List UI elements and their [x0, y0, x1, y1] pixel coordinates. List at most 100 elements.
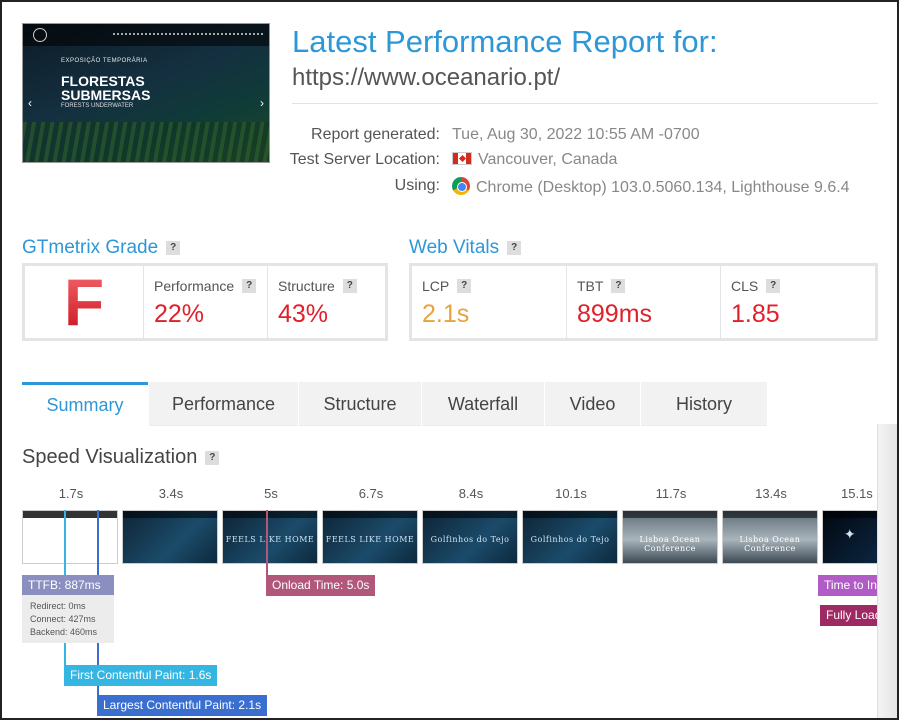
help-icon[interactable]: ?: [205, 451, 220, 465]
filmstrip-frame[interactable]: FEELS LIKE HOME: [222, 510, 318, 564]
cls-cell: CLS? 1.85: [720, 266, 875, 338]
frame-header: [323, 511, 417, 518]
filmstrip-frame[interactable]: Lisboa Ocean Conference: [722, 510, 818, 564]
timeline-tick: 5s: [264, 486, 278, 501]
frame-text: FEELS LIKE HOME: [325, 535, 415, 544]
gtmetrix-grade-box: F Performance? 22% Structure? 43%: [22, 263, 388, 341]
lcp-value: 2.1s: [422, 300, 470, 328]
chevron-left-icon: ‹: [28, 96, 32, 110]
frame-header: [623, 511, 717, 518]
filmstrip-frame[interactable]: [122, 510, 218, 564]
structure-label: Structure?: [278, 278, 357, 294]
page-title: Latest Performance Report for:: [292, 24, 718, 59]
performance-cell: Performance? 22%: [143, 266, 267, 338]
grade-letter: F: [25, 266, 143, 338]
filmstrip-frame[interactable]: FEELS LIKE HOME: [322, 510, 418, 564]
site-screenshot-thumbnail[interactable]: EXPOSIÇÃO TEMPORÁRIA FLORESTAS SUBMERSAS …: [22, 23, 270, 163]
cls-label: CLS?: [731, 278, 781, 294]
ttfb-breakdown: Redirect: 0ms Connect: 427ms Backend: 46…: [22, 595, 114, 643]
thumbnail-nav: [113, 33, 263, 35]
frame-text: Lisboa Ocean Conference: [739, 535, 801, 553]
redirect-time: Redirect: 0ms: [30, 601, 86, 611]
help-icon[interactable]: ?: [166, 241, 181, 255]
filmstrip-frame[interactable]: [22, 510, 118, 564]
server-location-label: Test Server Location:: [289, 151, 440, 168]
help-icon[interactable]: ?: [766, 279, 781, 293]
tbt-value: 899ms: [577, 300, 653, 328]
frame-header: [823, 511, 877, 518]
thumbnail-headline: FLORESTAS SUBMERSAS: [61, 73, 151, 103]
structure-value: 43%: [278, 300, 329, 328]
grade-cell: F: [25, 266, 143, 338]
thumbnail-caption: EXPOSIÇÃO TEMPORÁRIA: [61, 58, 148, 64]
report-url[interactable]: https://www.oceanario.pt/: [292, 64, 560, 92]
help-icon[interactable]: ?: [611, 279, 626, 293]
tab-video[interactable]: Video: [544, 382, 640, 426]
tbt-cell: TBT? 899ms: [566, 266, 720, 338]
thumbnail-logo: [33, 28, 47, 42]
thumbnail-topbar: [23, 24, 269, 46]
frame-text: Lisboa Ocean Conference: [639, 535, 701, 553]
timeline-tick: 15.1s: [841, 486, 873, 501]
largest-contentful-paint-label[interactable]: Largest Contentful Paint: 2.1s: [97, 695, 268, 716]
tab-performance[interactable]: Performance: [148, 382, 298, 426]
timeline-tick: 11.7s: [655, 486, 687, 501]
filmstrip-frame[interactable]: Golfinhos do Tejo: [522, 510, 618, 564]
thumbnail-plants: [23, 122, 269, 162]
timeline-tick: 3.4s: [158, 486, 184, 501]
tab-history[interactable]: History: [640, 382, 767, 426]
frame-header: [23, 511, 117, 518]
help-icon[interactable]: ?: [457, 279, 472, 293]
onload-marker-line: [266, 510, 268, 576]
web-vitals-heading: Web Vitals?: [409, 237, 522, 259]
report-generated-label: Report generated:: [311, 126, 440, 143]
frame-header: [423, 511, 517, 518]
canada-flag-icon: [452, 152, 472, 165]
filmstrip-frame[interactable]: Lisboa Ocean Conference: [622, 510, 718, 564]
help-icon[interactable]: ?: [242, 279, 257, 293]
help-icon[interactable]: ?: [507, 241, 522, 255]
performance-label: Performance?: [154, 278, 257, 294]
first-contentful-paint-label[interactable]: First Contentful Paint: 1.6s: [64, 665, 218, 686]
onload-time-label[interactable]: Onload Time: 5.0s: [266, 575, 376, 596]
fully-loaded-label[interactable]: Fully Loaded: [820, 605, 878, 626]
timeline-tick: 1.7s: [58, 486, 84, 501]
thumbnail-subtitle: FORESTS UNDERWATER: [61, 103, 134, 109]
frame-text: Golfinhos do Tejo: [530, 535, 610, 544]
server-location-value: Vancouver, Canada: [452, 151, 617, 169]
frame-header: [123, 511, 217, 518]
time-to-interactive-label[interactable]: Time to Interactive: [818, 575, 878, 596]
tab-summary[interactable]: Summary: [22, 382, 148, 426]
sparkle-icon: ✦: [843, 527, 857, 543]
cls-value: 1.85: [731, 300, 780, 328]
help-icon[interactable]: ?: [342, 279, 357, 293]
filmstrip-frame[interactable]: ✦: [822, 510, 878, 564]
filmstrip-frame[interactable]: Golfinhos do Tejo: [422, 510, 518, 564]
frame-text: FEELS LIKE HOME: [225, 535, 315, 544]
tbt-label: TBT?: [577, 278, 626, 294]
gtmetrix-grade-heading: GTmetrix Grade?: [22, 237, 181, 259]
header-divider: [292, 103, 878, 104]
chrome-icon: [452, 177, 470, 195]
page-edge-shadow: [877, 424, 897, 718]
tab-structure[interactable]: Structure: [298, 382, 421, 426]
lcp-label: LCP?: [422, 278, 472, 294]
frame-header: [723, 511, 817, 518]
frame-text: Golfinhos do Tejo: [430, 535, 510, 544]
ttfb-label[interactable]: TTFB: 887ms: [22, 575, 114, 596]
tabs-empty-space: [767, 382, 878, 426]
connect-time: Connect: 427ms: [30, 614, 96, 624]
frame-header: [223, 511, 317, 518]
timeline-tick: 8.4s: [458, 486, 484, 501]
chevron-right-icon: ›: [260, 96, 264, 110]
timeline-tick: 10.1s: [555, 486, 587, 501]
report-generated-value: Tue, Aug 30, 2022 10:55 AM -0700: [452, 126, 700, 143]
web-vitals-box: LCP? 2.1s TBT? 899ms CLS? 1.85: [409, 263, 878, 341]
tab-waterfall[interactable]: Waterfall: [421, 382, 544, 426]
speed-visualization-heading: Speed Visualization?: [22, 446, 220, 469]
frame-header: [523, 511, 617, 518]
backend-time: Backend: 460ms: [30, 627, 98, 637]
using-value: Chrome (Desktop) 103.0.5060.134, Lightho…: [452, 177, 850, 197]
timeline-tick: 6.7s: [358, 486, 384, 501]
report-tabs: Summary Performance Structure Waterfall …: [22, 382, 878, 426]
